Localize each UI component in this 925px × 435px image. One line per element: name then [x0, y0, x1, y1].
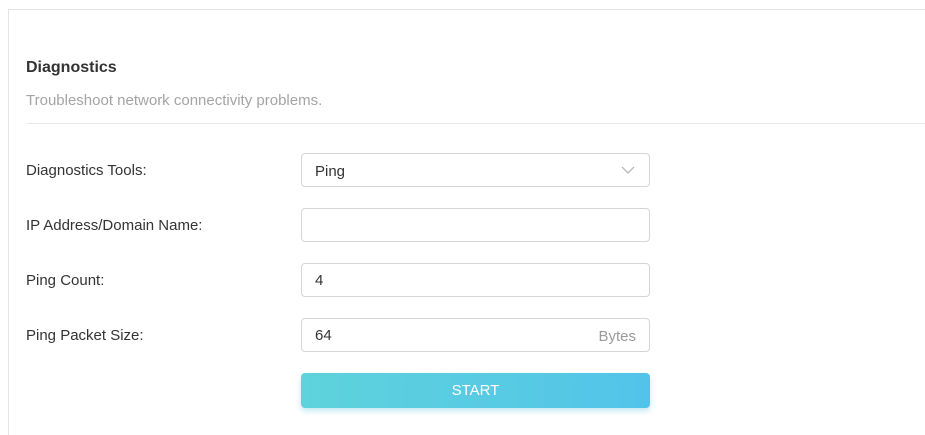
packet-size-label: Ping Packet Size:: [26, 327, 144, 344]
packet-size-field: Bytes: [301, 318, 650, 352]
address-label: IP Address/Domain Name:: [26, 217, 203, 234]
diagnostics-tools-label: Diagnostics Tools:: [26, 162, 147, 179]
packet-size-unit: Bytes: [598, 328, 636, 345]
page-title: Diagnostics: [26, 59, 117, 76]
diagnostics-panel: Diagnostics Troubleshoot network connect…: [8, 9, 925, 435]
packet-size-input[interactable]: [303, 320, 583, 350]
start-button[interactable]: START: [301, 373, 650, 408]
ping-count-input[interactable]: [303, 265, 648, 295]
address-field: [301, 208, 650, 242]
ping-count-field: [301, 263, 650, 297]
header-divider: [26, 123, 925, 124]
ping-count-label: Ping Count:: [26, 272, 105, 289]
page-subtitle: Troubleshoot network connectivity proble…: [26, 92, 323, 109]
diagnostics-tools-select[interactable]: Ping: [301, 153, 650, 187]
chevron-down-icon: [621, 166, 635, 174]
diagnostics-tools-selected-value: Ping: [315, 163, 346, 180]
address-input[interactable]: [303, 210, 648, 240]
